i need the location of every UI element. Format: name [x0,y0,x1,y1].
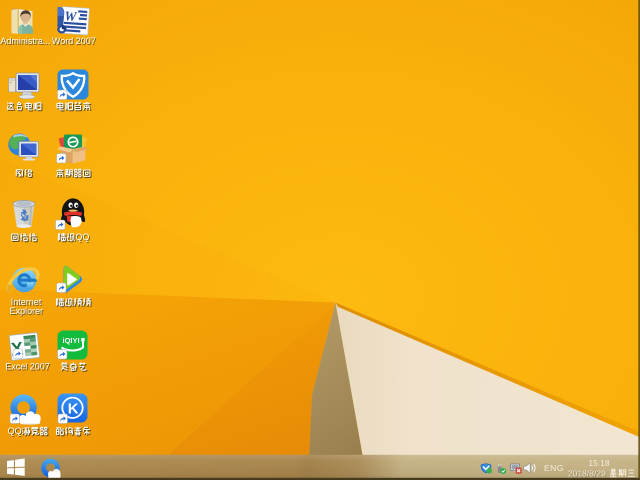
svg-text:Excel 2007: Excel 2007 [5,362,50,372]
svg-text:Word 2007: Word 2007 [52,36,96,46]
svg-text:Explorer: Explorer [10,306,44,316]
svg-text:QQ: QQ [75,232,89,242]
svg-text:2018/8/29: 2018/8/29 [568,468,606,478]
svg-text:Administra...: Administra... [0,36,50,46]
svg-text:QQ: QQ [8,426,22,436]
